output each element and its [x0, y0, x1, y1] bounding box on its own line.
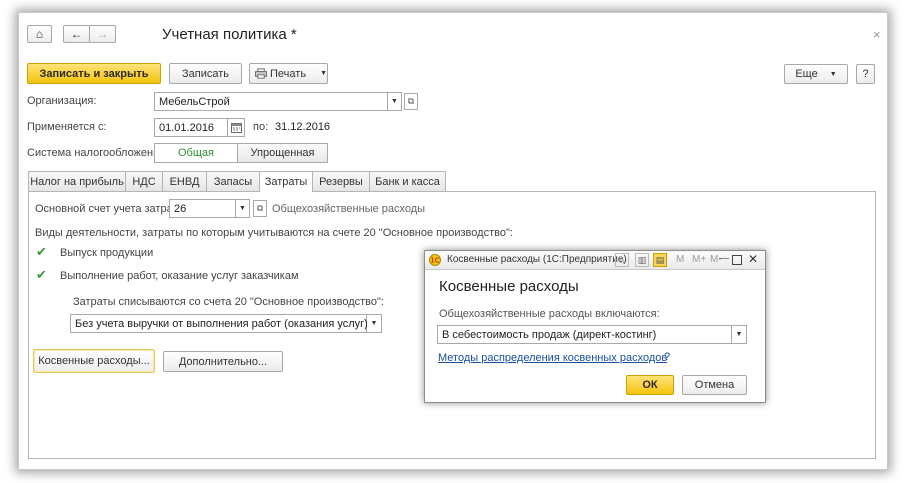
more-label: Еще: [795, 68, 818, 80]
main-account-description: Общехозяйственные расходы: [272, 203, 426, 215]
chevron-down-icon: ▼: [239, 205, 246, 212]
organization-field[interactable]: МебельСтрой: [154, 92, 388, 111]
organization-label: Организация:: [27, 95, 97, 107]
organization-open-button[interactable]: ⧉: [404, 93, 418, 110]
activities-label: Виды деятельности, затраты по которым уч…: [35, 227, 513, 239]
main-account-label: Основной счет учета затрат:: [35, 203, 181, 215]
tax-option-general[interactable]: Общая: [154, 143, 238, 163]
memory-plus-button[interactable]: M+: [692, 254, 706, 265]
tab-vat[interactable]: НДС: [125, 171, 163, 191]
printer-icon: [255, 68, 268, 79]
save-and-close-button[interactable]: Записать и закрыть: [27, 63, 161, 84]
checkbox-services-label: Выполнение работ, оказание услуг заказчи…: [60, 270, 299, 282]
chevron-down-icon: ▼: [370, 320, 378, 327]
svg-text:1C: 1C: [430, 257, 439, 265]
dialog-window-title: Косвенные расходы (1С:Предприятие): [447, 254, 627, 265]
check-icon[interactable]: ✔: [36, 268, 48, 281]
applies-from-label: Применяется с:: [27, 121, 107, 133]
forward-button[interactable]: →: [89, 25, 116, 43]
app-logo-icon: 1C: [429, 254, 441, 266]
tab-bank-cash[interactable]: Банк и касса: [369, 171, 446, 191]
calendar-icon: [230, 122, 242, 133]
ok-button[interactable]: ОК: [626, 375, 674, 395]
indirect-costs-button[interactable]: Косвенные расходы...: [33, 349, 155, 373]
indirect-costs-dialog: 1C Косвенные расходы (1С:Предприятие) ⌂ …: [424, 250, 766, 403]
minimize-icon[interactable]: —: [719, 253, 729, 264]
tax-system-label: Система налогообложения:: [27, 147, 169, 159]
main-account-open-button[interactable]: ⧉: [253, 200, 267, 217]
memory-button[interactable]: M: [676, 254, 684, 265]
dialog-titlebar: 1C Косвенные расходы (1С:Предприятие) ⌂ …: [425, 251, 765, 270]
tab-envd[interactable]: ЕНВД: [162, 171, 207, 191]
home-icon[interactable]: ⌂: [615, 253, 629, 267]
open-icon: ⧉: [256, 203, 264, 213]
open-icon: ⧉: [407, 96, 415, 106]
check-icon[interactable]: ✔: [36, 245, 48, 258]
expenses-inclusion-field[interactable]: В себестоимость продаж (директ-костинг): [437, 325, 732, 344]
print-label: Печать: [270, 67, 307, 80]
chevron-down-icon: ▼: [391, 98, 398, 105]
more-button[interactable]: Еще ▼: [784, 64, 848, 84]
window-title: Учетная политика *: [162, 26, 297, 43]
writeoff-field[interactable]: Без учета выручки от выполнения работ (о…: [70, 314, 368, 333]
maximize-icon[interactable]: [732, 255, 742, 265]
close-icon[interactable]: ✕: [748, 252, 758, 266]
print-button[interactable]: Печать ▼: [249, 63, 328, 84]
dialog-field-label: Общехозяйственные расходы включаются:: [439, 308, 660, 320]
applies-from-field[interactable]: 01.01.2016: [154, 118, 228, 137]
chevron-down-icon: ▼: [320, 70, 327, 77]
home-icon: ⌂: [35, 27, 44, 41]
organization-dropdown[interactable]: ▼: [388, 92, 402, 111]
chevron-down-icon: ▼: [829, 70, 837, 78]
calendar-button[interactable]: [228, 118, 245, 137]
additional-button[interactable]: Дополнительно...: [163, 351, 283, 372]
applies-to-value: 31.12.2016: [275, 121, 331, 133]
forward-arrow-icon: →: [96, 27, 109, 41]
copy-icon[interactable]: ▥: [635, 253, 649, 267]
calculator-icon[interactable]: ▤: [653, 253, 667, 267]
writeoff-dropdown[interactable]: ▼: [367, 314, 382, 333]
chevron-down-icon: ▼: [735, 331, 743, 338]
close-icon[interactable]: ×: [873, 27, 881, 42]
dialog-heading: Косвенные расходы: [439, 278, 579, 295]
tab-costs[interactable]: Затраты: [259, 171, 313, 192]
distribution-methods-link[interactable]: Методы распределения косвенных расходов: [438, 352, 667, 364]
expenses-inclusion-dropdown[interactable]: ▼: [732, 325, 747, 344]
save-button[interactable]: Записать: [169, 63, 242, 84]
applies-to-label: по:: [253, 121, 269, 133]
help-button[interactable]: ?: [856, 64, 875, 84]
main-account-field[interactable]: 26: [169, 199, 236, 218]
tab-income-tax[interactable]: Налог на прибыль: [28, 171, 126, 191]
writeoff-label: Затраты списываются со счета 20 "Основно…: [73, 296, 384, 308]
back-arrow-icon: ←: [70, 27, 83, 41]
home-button[interactable]: ⌂: [27, 25, 52, 43]
tab-inventory[interactable]: Запасы: [206, 171, 260, 191]
back-button[interactable]: ←: [63, 25, 90, 43]
tab-reserves[interactable]: Резервы: [312, 171, 370, 191]
help-link[interactable]: ?: [664, 351, 670, 363]
tax-option-simplified[interactable]: Упрощенная: [237, 143, 328, 163]
cancel-button[interactable]: Отмена: [682, 375, 747, 395]
main-account-dropdown[interactable]: ▼: [236, 199, 250, 218]
checkbox-product-output-label: Выпуск продукции: [60, 247, 154, 259]
